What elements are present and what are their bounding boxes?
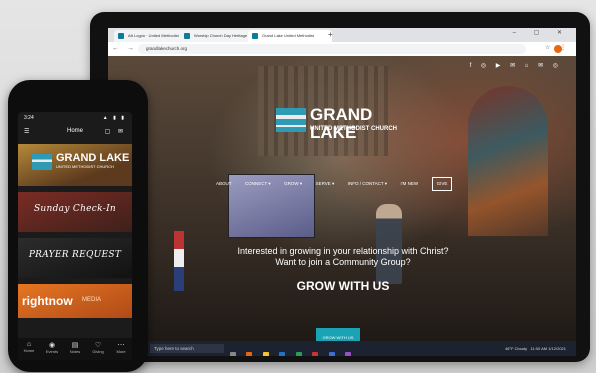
stained-glass-image — [468, 86, 548, 236]
card-church-logo[interactable]: GRAND LAKE UNITED METHODIST CHURCH — [18, 144, 132, 186]
taskbar-search-input[interactable]: Type here to search — [150, 344, 224, 353]
nav-grow[interactable]: GROW ▾ — [284, 178, 302, 190]
card-sunday-check-in[interactable]: Sunday Check-In — [18, 192, 132, 232]
hero-question: Interested in growing in your relationsh… — [237, 246, 449, 256]
windows-taskbar: Type here to search 46°F Cloudy 11:00 AM… — [108, 341, 576, 356]
bottom-nav-events[interactable]: ◉ Events — [41, 341, 63, 354]
task-view-icon[interactable] — [230, 352, 236, 356]
window-controls[interactable]: – ▢ ✕ — [513, 29, 570, 36]
bottom-nav-home[interactable]: ⌂ Home — [18, 341, 40, 353]
laptop-screen: Att Logon · United Methodist Worship Chu… — [108, 28, 576, 356]
nav-about[interactable]: ABOUT — [216, 178, 232, 190]
card-rightnow-media[interactable]: rightnow MEDIA — [18, 284, 132, 318]
browser-tab-bar: Att Logon · United Methodist Worship Chu… — [108, 28, 576, 42]
giving-icon: ♡ — [94, 342, 102, 349]
card-prayer-label: PRAYER REQUEST — [28, 250, 122, 260]
bottom-nav-notes[interactable]: ▤ Notes — [64, 341, 86, 354]
logo-waves-icon — [276, 108, 306, 132]
card-logo-title: GRAND LAKE — [56, 152, 130, 164]
clock-time[interactable]: 11:00 AM — [530, 346, 547, 351]
flag-image — [174, 231, 184, 291]
address-bar-row: ← → ⟳ grandlakechurch.org ☆ ⋮ — [108, 42, 576, 57]
phone-bottom-nav: ⌂ Home ◉ Events ▤ Notes ♡ Giving ⋯ More — [18, 338, 132, 360]
events-icon: ◉ — [48, 342, 56, 349]
favicon-icon — [184, 33, 190, 39]
website-hero: f ◎ ▶ ✉ ⌂ ✉ ◎ GRAND LAKE UNITED METHODIS… — [108, 56, 576, 341]
browser-menu-icon[interactable]: ☆ ⋮ — [545, 44, 570, 51]
new-tab-button[interactable]: + — [328, 30, 333, 40]
site-nav: ABOUT CONNECT ▾ GROW ▾ SERVE ▾ INFO / CO… — [216, 172, 461, 191]
hero-headline: Interested in growing in your relationsh… — [188, 246, 498, 268]
browser-tab-1[interactable]: Att Logon · United Methodist — [114, 30, 190, 42]
logo-waves-icon — [32, 154, 52, 170]
app-icon[interactable] — [312, 352, 319, 356]
home-icon: ⌂ — [26, 341, 32, 348]
bottom-nav-label: Giving — [92, 349, 104, 354]
bottom-nav-giving[interactable]: ♡ Giving — [87, 341, 109, 354]
phone-header-icons[interactable]: ▢ ✉ — [105, 128, 126, 135]
preacher-image — [376, 204, 402, 284]
favicon-icon — [118, 33, 124, 39]
bottom-nav-more[interactable]: ⋯ More — [110, 341, 132, 354]
grow-with-us-button[interactable]: GROW WITH US — [316, 328, 360, 341]
file-explorer-icon[interactable] — [262, 352, 269, 356]
nav-serve[interactable]: SERVE ▾ — [316, 178, 335, 190]
hero-cta-title: GROW WITH US — [296, 279, 390, 293]
nav-give-button[interactable]: GIVE — [431, 177, 453, 191]
phone-status-icons: ▲ ▮ ▮ — [102, 115, 126, 121]
app-icon[interactable] — [295, 352, 302, 356]
store-icon[interactable] — [279, 352, 286, 356]
phone-status-time: 3:24 — [24, 115, 34, 121]
logo-title: GRAND LAKE — [310, 105, 373, 142]
app-icon[interactable] — [345, 352, 352, 356]
url-input[interactable]: grandlakechurch.org — [138, 44, 526, 54]
bottom-nav-label: More — [116, 349, 126, 354]
favicon-icon — [252, 33, 258, 39]
weather-label[interactable]: 46°F Cloudy — [505, 346, 527, 351]
logo-subtitle: UNITED METHODIST CHURCH — [310, 126, 397, 132]
card-logo-subtitle: UNITED METHODIST CHURCH — [56, 164, 114, 169]
system-tray: 46°F Cloudy 11:00 AM 1/12/2021 — [505, 344, 566, 353]
church-logo[interactable]: GRAND LAKE UNITED METHODIST CHURCH — [276, 104, 406, 144]
bottom-nav-label: Events — [45, 349, 59, 354]
tab-label: Att Logon · United Methodist — [128, 33, 179, 38]
clock-date[interactable]: 1/12/2021 — [548, 346, 566, 351]
card-prayer-request[interactable]: PRAYER REQUEST — [18, 238, 132, 278]
nav-info-contact[interactable]: INFO / CONTACT ▾ — [348, 178, 387, 190]
more-icon: ⋯ — [117, 342, 125, 349]
card-rightnow-label: rightnow — [22, 294, 73, 308]
browser-app-icon[interactable] — [246, 352, 253, 356]
bottom-nav-label: Notes — [69, 349, 81, 354]
tab-label: Worship Church Day Heritage — [194, 33, 248, 38]
bottom-nav-label: Home — [23, 348, 35, 353]
browser-tab-2[interactable]: Worship Church Day Heritage — [180, 30, 258, 42]
browser-tab-3[interactable]: Grand Lake United Methodist — [248, 30, 332, 42]
notes-icon: ▤ — [71, 342, 79, 349]
card-rightnow-sub: MEDIA — [82, 297, 102, 303]
taskbar-apps — [230, 345, 357, 356]
card-checkin-label: Sunday Check-In — [33, 204, 117, 214]
hero-subquestion: Want to join a Community Group? — [275, 257, 411, 267]
tab-label: Grand Lake United Methodist — [262, 33, 315, 38]
nav-im-new[interactable]: I'M NEW — [401, 178, 419, 190]
social-icons[interactable]: f ◎ ▶ ✉ ⌂ ✉ ◎ — [470, 62, 562, 69]
nav-connect[interactable]: CONNECT ▾ — [245, 178, 271, 190]
word-icon[interactable] — [328, 352, 335, 356]
phone-screen: 3:24 ▲ ▮ ▮ ☰ Home ▢ ✉ GRAND LAKE UNITED … — [18, 112, 132, 360]
